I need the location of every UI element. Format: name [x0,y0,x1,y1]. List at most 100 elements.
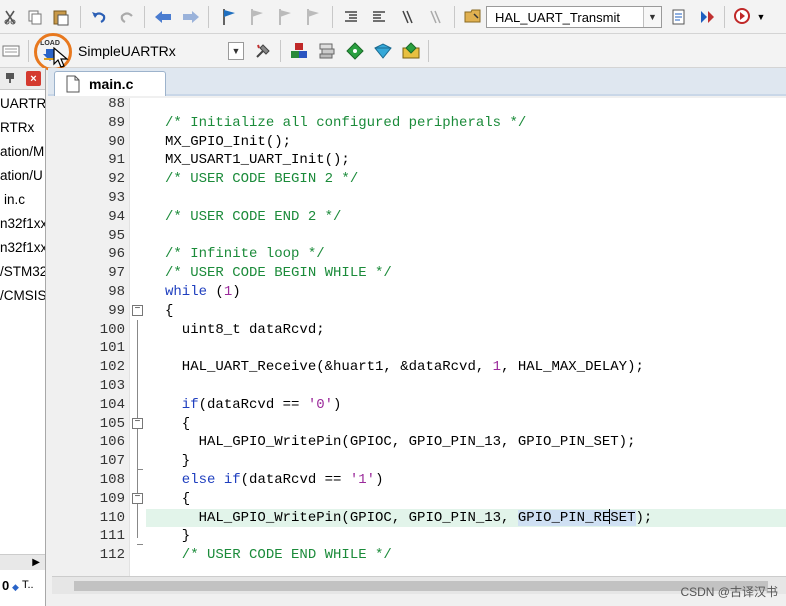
code-token: { [165,490,191,507]
line-number: 105 [99,415,125,432]
unindent-icon[interactable] [368,6,390,28]
books-icon[interactable]: ◆ [12,582,19,593]
code-text: MX_USART1_UART_Init(); [165,151,350,169]
incremental-find-icon[interactable] [696,6,718,28]
code-line[interactable]: 102 HAL_UART_Receive(&huart1, &dataRcvd,… [52,358,786,377]
code-line[interactable]: 110 HAL_GPIO_WritePin(GPIOC, GPIO_PIN_13… [52,508,786,528]
chevron-down-icon[interactable]: ▼ [643,7,661,27]
code-line[interactable]: 100 uint8_t dataRcvd; [52,321,786,340]
code-line[interactable]: 89 /* Initialize all configured periphera… [52,114,786,133]
line-number: 96 [108,246,125,263]
code-literal: '0' [307,396,334,413]
code-line[interactable]: 99− { [52,302,786,321]
code-line[interactable]: 94 /* USER CODE END 2 */ [52,208,786,227]
code-line[interactable]: 111 } [52,527,786,546]
pin-icon[interactable] [4,72,16,87]
code-line[interactable]: 91 MX_USART1_UART_Init(); [52,151,786,170]
scroll-right-icon[interactable]: ▶ [32,557,40,568]
tree-item[interactable]: n32f1xx [0,240,45,255]
options-for-target-icon[interactable] [252,40,274,62]
copy-icon[interactable] [24,6,46,28]
comment-icon[interactable] [396,6,418,28]
run-time-environment-icon[interactable] [372,40,394,62]
code-comment: /* USER CODE BEGIN 2 */ [165,171,359,188]
tree-item[interactable]: in.c [4,192,25,207]
build-toolbar: LOAD SimpleUARTRx ▼ [0,34,786,68]
code-line[interactable]: 104 if(dataRcvd == '0') [52,396,786,415]
code-line[interactable]: 96 /* Infinite loop */ [52,245,786,264]
code-keyword: while [165,284,208,300]
debug-session-icon[interactable] [732,6,754,28]
forward-arrow-icon[interactable] [180,6,202,28]
fold-toggle-icon[interactable]: − [132,304,143,316]
cut-icon[interactable] [0,6,22,28]
tree-item[interactable]: /CMSIS [0,288,45,303]
code-line[interactable]: 108 else if(dataRcvd == '1') [52,471,786,490]
code-text: HAL_GPIO_WritePin(GPIOC, GPIO_PIN_13, GP… [165,508,652,527]
indent-icon[interactable] [340,6,362,28]
uncomment-icon[interactable] [424,6,446,28]
code-literal: 1 [492,359,502,376]
code-line[interactable]: 90 MX_GPIO_Init(); [52,133,786,152]
code-line[interactable]: 101 [52,339,786,358]
find-in-files-combo[interactable]: HAL_UART_Transmit ▼ [462,6,662,28]
undo-icon[interactable] [88,6,110,28]
status-bar [46,594,786,606]
back-arrow-icon[interactable] [152,6,174,28]
next-bookmark-icon[interactable] [274,6,296,28]
code-line[interactable]: 95 [52,227,786,246]
tree-item[interactable]: ation/M [0,144,44,159]
code-line[interactable]: 106 HAL_GPIO_WritePin(GPIOC, GPIO_PIN_13… [52,433,786,452]
code-text: HAL_GPIO_WritePin(GPIOC, GPIO_PIN_13, GP… [165,433,636,451]
code-text: /* USER CODE BEGIN WHILE */ [165,264,392,282]
line-number: 110 [99,509,125,526]
scrollbar-thumb[interactable] [74,581,768,591]
tab-main-c[interactable]: main.c [54,71,166,96]
fold-toggle-icon[interactable]: − [132,492,143,504]
code-line[interactable]: 98 while (1) [52,283,786,302]
tree-item[interactable]: UARTR: [0,96,45,111]
code-token: MX_GPIO_Init(); [165,133,292,150]
file-extensions-icon[interactable] [316,40,338,62]
target-combo[interactable]: SimpleUARTRx ▼ [72,40,244,62]
panel-tab-templates[interactable]: T.. [22,579,34,591]
code-line[interactable]: 88 [52,98,786,114]
code-text: { [165,302,173,320]
batch-build-icon[interactable] [0,40,22,62]
code-line[interactable]: 105− { [52,415,786,434]
chevron-down-icon[interactable]: ▼ [228,42,244,60]
code-line[interactable]: 112 /* USER CODE END WHILE */ [52,546,786,565]
panel-horizontal-scrollbar[interactable]: ▶ [0,554,45,570]
tree-item[interactable]: RTRx [0,120,34,135]
code-keyword: else [165,472,216,488]
code-text: /* USER CODE END 2 */ [165,208,341,226]
tree-item[interactable]: ation/U [0,168,43,183]
manage-components-icon[interactable] [288,40,310,62]
panel-tab-project[interactable]: 0 [2,578,9,593]
code-line[interactable]: 97 /* USER CODE BEGIN WHILE */ [52,264,786,283]
code-line[interactable]: 103 [52,377,786,396]
tree-item[interactable]: n32f1xx [0,216,45,231]
code-token: (dataRcvd == [240,472,350,488]
clear-bookmarks-icon[interactable] [302,6,324,28]
pack-installer-icon[interactable] [400,40,422,62]
prev-bookmark-icon[interactable] [246,6,268,28]
code-comment: /* USER CODE BEGIN WHILE */ [165,265,392,282]
select-packs-icon[interactable] [344,40,366,62]
close-icon[interactable]: × [26,71,41,86]
redo-icon[interactable] [116,6,138,28]
bookmark-flag-icon[interactable] [218,6,240,28]
debug-dropdown-icon[interactable]: ▼ [754,6,768,28]
tree-item[interactable]: /STM32 [0,264,45,279]
find-document-icon[interactable] [668,6,690,28]
editor-horizontal-scrollbar[interactable] [52,576,786,594]
code-line[interactable]: 93 [52,189,786,208]
paste-icon[interactable] [50,6,72,28]
code-token: ( [207,284,224,300]
code-line[interactable]: 109− { [52,490,786,509]
fold-toggle-icon[interactable]: − [132,417,143,429]
code-editor[interactable]: 88 89 /* Initialize all configured periphe… [52,98,786,576]
code-line[interactable]: 92 /* USER CODE BEGIN 2 */ [52,170,786,189]
code-line[interactable]: 107 } [52,452,786,471]
